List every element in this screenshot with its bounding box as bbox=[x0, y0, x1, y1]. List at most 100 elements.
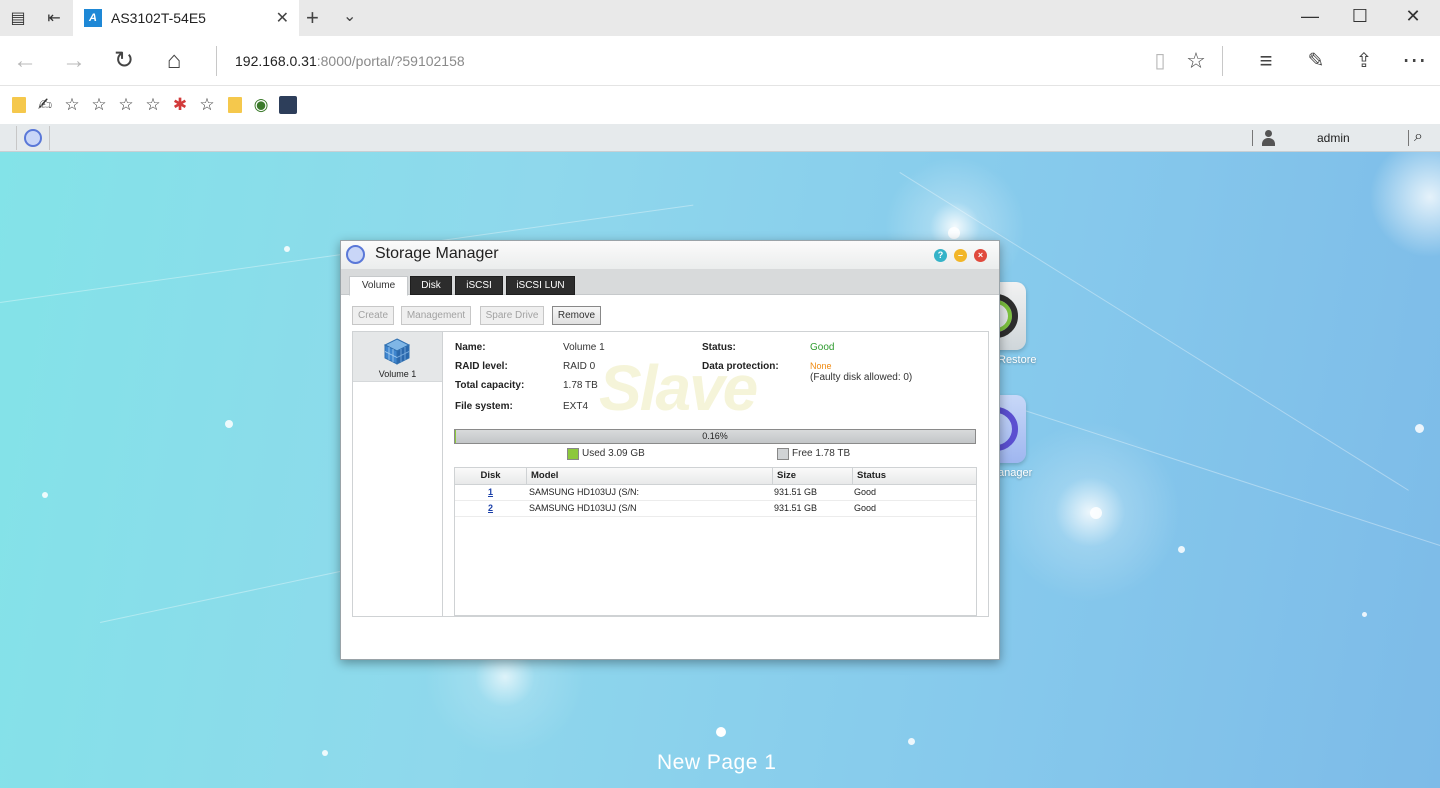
background-dot bbox=[948, 227, 960, 239]
page-indicator-dot[interactable] bbox=[716, 727, 726, 737]
background-dot bbox=[1178, 546, 1185, 553]
disk-number-link[interactable]: 1 bbox=[488, 487, 493, 497]
favorite-site-icon[interactable] bbox=[279, 96, 297, 114]
help-icon[interactable]: ? bbox=[934, 249, 947, 262]
storage-manager-window: Storage Manager ? – × Volume Disk iSCSI … bbox=[340, 240, 1000, 660]
close-tab-icon[interactable]: ✕ bbox=[276, 8, 289, 28]
adm-top-bar: admin ⌕ bbox=[0, 124, 1440, 152]
favorite-site-icon[interactable]: ◉ bbox=[251, 95, 271, 115]
background-dot bbox=[1362, 612, 1367, 617]
total-capacity-value: 1.78 TB bbox=[563, 380, 598, 391]
window-titlebar[interactable]: Storage Manager ? – × bbox=[341, 241, 999, 269]
minimize-icon[interactable]: – bbox=[954, 249, 967, 262]
favorites-folder-icon[interactable] bbox=[228, 97, 242, 113]
address-host: 192.168.0.31 bbox=[235, 53, 317, 69]
table-header-disk[interactable]: Disk bbox=[455, 468, 527, 485]
forward-icon[interactable]: → bbox=[59, 47, 89, 75]
disk-number-link[interactable]: 2 bbox=[488, 503, 493, 513]
tab-title: AS3102T-54E5 bbox=[111, 10, 206, 26]
free-legend-swatch bbox=[777, 448, 789, 460]
tab-volume[interactable]: Volume bbox=[349, 276, 408, 296]
favorite-star-icon[interactable]: ☆ bbox=[89, 95, 109, 115]
disk-table: Disk Model Size Status 1 SAMSUNG HD103UJ… bbox=[454, 467, 977, 616]
window-tab-strip: Volume Disk iSCSI iSCSI LUN bbox=[341, 269, 999, 296]
close-window-icon[interactable]: ✕ bbox=[1398, 6, 1428, 27]
volume-list-item[interactable]: Volume 1 bbox=[353, 332, 442, 382]
file-system-value: EXT4 bbox=[563, 401, 589, 412]
home-icon[interactable]: ⌂ bbox=[159, 47, 189, 75]
favorites-folder-icon[interactable] bbox=[12, 97, 26, 113]
background-dot bbox=[908, 738, 915, 745]
set-aside-tabs-icon[interactable]: ⇤ bbox=[44, 8, 64, 28]
reading-view-icon[interactable]: ▯ bbox=[1145, 47, 1175, 75]
new-tab-icon[interactable]: + bbox=[306, 5, 319, 31]
desktop-icon-label[interactable]: Restore bbox=[998, 354, 1037, 366]
create-button[interactable]: Create bbox=[352, 306, 394, 325]
tab-disk[interactable]: Disk bbox=[410, 276, 452, 295]
address-bar[interactable]: 192.168.0.31:8000/portal/?59102158 bbox=[235, 53, 465, 69]
disk-size: 931.51 GB bbox=[774, 503, 818, 513]
background-dot bbox=[1415, 424, 1424, 433]
username[interactable]: admin bbox=[1317, 131, 1350, 145]
search-icon[interactable]: ⌕ bbox=[1414, 128, 1423, 146]
spare-drive-button[interactable]: Spare Drive bbox=[480, 306, 544, 325]
maximize-window-icon[interactable]: ☐ bbox=[1345, 6, 1375, 27]
user-icon[interactable] bbox=[1261, 130, 1275, 146]
favorite-site-icon[interactable]: ✱ bbox=[170, 95, 190, 115]
favorite-star-icon[interactable]: ☆ bbox=[197, 95, 217, 115]
adm-home-button[interactable] bbox=[16, 126, 50, 150]
usage-percent: 0.16% bbox=[702, 431, 728, 441]
tab-preview-icon[interactable]: ▤ bbox=[8, 8, 28, 28]
management-button[interactable]: Management bbox=[401, 306, 471, 325]
browser-tab[interactable]: A AS3102T-54E5 ✕ bbox=[73, 0, 299, 36]
refresh-icon[interactable]: ↻ bbox=[109, 47, 139, 75]
usage-progress-bar: 0.16% bbox=[454, 429, 976, 444]
more-icon[interactable]: ⋯ bbox=[1399, 47, 1429, 75]
background-dot bbox=[322, 750, 328, 756]
table-row[interactable]: 2 SAMSUNG HD103UJ (S/N 931.51 GB Good bbox=[455, 501, 976, 517]
favorite-site-icon[interactable]: ✍ bbox=[35, 95, 55, 115]
tab-iscsi-lun[interactable]: iSCSI LUN bbox=[506, 276, 575, 295]
remove-button[interactable]: Remove bbox=[552, 306, 601, 325]
background-dot bbox=[1090, 507, 1102, 519]
disk-model: SAMSUNG HD103UJ (S/N: bbox=[529, 487, 640, 497]
hub-icon[interactable]: ≡ bbox=[1251, 47, 1281, 75]
disk-status: Good bbox=[854, 503, 877, 513]
volume-list: Volume 1 bbox=[353, 332, 443, 616]
desktop-icon-label[interactable]: anager bbox=[998, 467, 1032, 479]
tab-iscsi[interactable]: iSCSI bbox=[455, 276, 503, 295]
page-label: New Page 1 bbox=[657, 751, 777, 774]
storage-manager-icon bbox=[346, 245, 365, 264]
favorite-star-icon[interactable]: ☆ bbox=[116, 95, 136, 115]
favorite-star-icon[interactable]: ☆ bbox=[143, 95, 163, 115]
table-header-model[interactable]: Model bbox=[527, 468, 773, 485]
adm-separator bbox=[1408, 130, 1409, 146]
volume-item-label: Volume 1 bbox=[378, 369, 417, 379]
adm-separator bbox=[1252, 130, 1253, 146]
notes-pen-icon[interactable]: ✎ bbox=[1301, 47, 1331, 75]
watermark-logo: Slave bbox=[599, 352, 758, 424]
close-icon[interactable]: × bbox=[974, 249, 987, 262]
back-icon[interactable]: ← bbox=[10, 47, 40, 75]
total-capacity-label: Total capacity: bbox=[455, 380, 525, 391]
volume-cube-icon bbox=[383, 338, 411, 365]
toolbar-separator bbox=[1222, 46, 1223, 76]
tab-list-chevron-icon[interactable]: ⌄ bbox=[343, 6, 356, 26]
favorite-star-icon[interactable]: ☆ bbox=[1181, 47, 1211, 75]
address-path: :8000/portal/?59102158 bbox=[316, 53, 465, 69]
background-dot bbox=[225, 420, 233, 428]
table-header-status[interactable]: Status bbox=[853, 468, 976, 485]
window-title: Storage Manager bbox=[375, 245, 499, 262]
table-row[interactable]: 1 SAMSUNG HD103UJ (S/N: 931.51 GB Good bbox=[455, 485, 976, 501]
asustor-favicon-icon: A bbox=[84, 9, 102, 27]
faulty-disk-note: (Faulty disk allowed: 0) bbox=[810, 372, 913, 383]
minimize-window-icon[interactable]: — bbox=[1295, 6, 1325, 27]
status-value: Good bbox=[810, 342, 835, 353]
browser-nav-bar: ← → ↻ ⌂ 192.168.0.31:8000/portal/?591021… bbox=[0, 36, 1440, 86]
favorite-star-icon[interactable]: ☆ bbox=[62, 95, 82, 115]
disk-status: Good bbox=[854, 487, 877, 497]
used-legend-text: Used 3.09 GB bbox=[582, 448, 645, 459]
share-icon[interactable]: ⇪ bbox=[1349, 47, 1379, 75]
address-separator bbox=[216, 46, 217, 76]
table-header-size[interactable]: Size bbox=[773, 468, 853, 485]
